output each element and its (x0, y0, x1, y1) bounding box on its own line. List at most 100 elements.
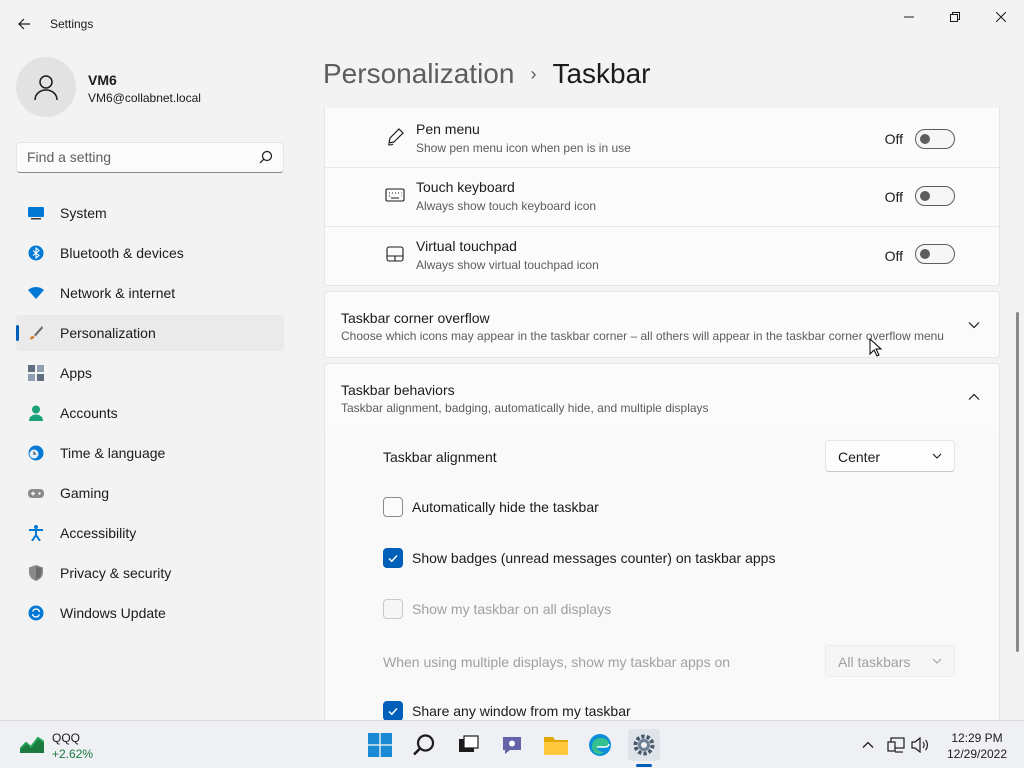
corner-icons-card: Pen menu Show pen menu icon when pen is … (324, 108, 1000, 286)
start-button[interactable] (364, 729, 396, 761)
close-button[interactable] (978, 2, 1024, 32)
gamepad-icon (28, 489, 44, 498)
user-email: VM6@collabnet.local (88, 91, 201, 105)
chevron-down-icon (932, 453, 942, 459)
apps-icon (28, 365, 44, 381)
all-displays-checkbox[interactable] (383, 599, 403, 619)
sidebar-item-label: Bluetooth & devices (60, 245, 184, 261)
scrollbar[interactable] (1016, 312, 1019, 652)
pen-menu-subtitle: Show pen menu icon when pen is in use (416, 141, 631, 155)
show-hidden-icons-button[interactable] (858, 735, 878, 755)
sidebar-item-bluetooth[interactable]: Bluetooth & devices (16, 235, 284, 271)
volume-tray-button[interactable] (910, 735, 930, 755)
touch-keyboard-toggle[interactable] (915, 186, 955, 206)
touchpad-icon (386, 246, 404, 262)
settings-taskbar-button[interactable] (628, 729, 660, 761)
sidebar-item-windows-update[interactable]: Windows Update (16, 595, 284, 631)
expander-title: Taskbar behaviors (341, 382, 455, 398)
pen-menu-toggle[interactable] (915, 129, 955, 149)
taskbar-behaviors-header[interactable]: Taskbar behaviors Taskbar alignment, bad… (325, 364, 999, 431)
back-button[interactable] (10, 10, 38, 38)
sidebar-item-apps[interactable]: Apps (16, 355, 284, 391)
all-displays-row: Show my taskbar on all displays (325, 584, 999, 635)
taskbar-corner-overflow-expander[interactable]: Taskbar corner overflow Choose which ico… (324, 291, 1000, 358)
share-window-checkbox[interactable] (383, 701, 403, 720)
edge-button[interactable] (584, 729, 616, 761)
back-arrow-icon (18, 18, 30, 30)
sidebar-item-accounts[interactable]: Accounts (16, 395, 284, 431)
clock-time[interactable]: 12:29 PM (944, 731, 1010, 745)
sidebar-item-label: Privacy & security (60, 565, 172, 581)
stock-chart-icon[interactable] (20, 735, 44, 753)
sidebar-item-accessibility[interactable]: Accessibility (16, 515, 284, 551)
shield-icon (29, 565, 43, 581)
breadcrumb-parent[interactable]: Personalization (323, 58, 514, 90)
clock-globe-icon (28, 445, 44, 461)
sidebar-item-label: Accessibility (60, 525, 137, 541)
pen-icon (387, 128, 404, 146)
dropdown-value: All taskbars (838, 654, 911, 670)
bluetooth-icon (28, 245, 44, 261)
taskbar-search-button[interactable] (408, 729, 440, 761)
auto-hide-checkbox[interactable] (383, 497, 403, 517)
expander-subtitle: Choose which icons may appear in the tas… (341, 329, 944, 343)
sidebar-item-system[interactable]: System (16, 195, 284, 231)
chevron-down-icon (932, 658, 942, 664)
sidebar-item-time-language[interactable]: Time & language (16, 435, 284, 471)
maximize-button[interactable] (932, 2, 978, 32)
expander-title: Taskbar corner overflow (341, 310, 490, 326)
search-box[interactable] (16, 142, 284, 173)
virtual-touchpad-toggle[interactable] (915, 244, 955, 264)
wifi-icon (28, 287, 44, 299)
auto-hide-label[interactable]: Automatically hide the taskbar (412, 499, 599, 515)
share-window-label[interactable]: Share any window from my taskbar (412, 703, 631, 719)
expander-subtitle: Taskbar alignment, badging, automaticall… (341, 401, 709, 415)
badges-checkbox[interactable] (383, 548, 403, 568)
network-icon (887, 737, 905, 753)
chevron-down-icon[interactable] (967, 318, 981, 332)
settings-icon (633, 734, 655, 756)
app-title: Settings (50, 17, 94, 31)
sidebar-item-network[interactable]: Network & internet (16, 275, 284, 311)
search-icon[interactable] (259, 150, 273, 164)
pen-menu-toggle-state: Off (884, 131, 903, 147)
restore-icon (950, 12, 960, 22)
search-input[interactable] (27, 149, 247, 165)
touch-keyboard-toggle-state: Off (884, 189, 903, 205)
file-explorer-button[interactable] (540, 729, 572, 761)
multi-display-dropdown[interactable]: All taskbars (825, 645, 955, 677)
avatar[interactable] (16, 57, 76, 117)
minimize-button[interactable] (886, 2, 932, 32)
clock-date[interactable]: 12/29/2022 (944, 747, 1010, 761)
sidebar-item-label: Network & internet (60, 285, 176, 301)
task-view-icon (459, 735, 479, 752)
badges-row: Show badges (unread messages counter) on… (325, 533, 999, 584)
taskbar-alignment-dropdown[interactable]: Center (825, 440, 955, 472)
close-icon (996, 12, 1006, 22)
sidebar-item-label: Windows Update (60, 605, 166, 621)
badges-label[interactable]: Show badges (unread messages counter) on… (412, 550, 775, 566)
chevron-up-icon[interactable] (967, 390, 981, 404)
breadcrumb: Personalization › Taskbar (323, 58, 651, 90)
stock-change[interactable]: +2.62% (52, 747, 93, 761)
stock-name[interactable]: QQQ (52, 731, 80, 745)
breadcrumb-separator: › (530, 63, 537, 84)
start-icon (368, 733, 392, 757)
chat-button[interactable] (496, 729, 528, 761)
virtual-touchpad-toggle-state: Off (884, 248, 903, 264)
network-tray-button[interactable] (886, 735, 906, 755)
checkmark-icon (388, 554, 398, 563)
sidebar-item-gaming[interactable]: Gaming (16, 475, 284, 511)
multi-display-label: When using multiple displays, show my ta… (383, 654, 731, 670)
touch-keyboard-row: Touch keyboard Always show touch keyboar… (325, 167, 999, 226)
sidebar-item-personalization[interactable]: Personalization (16, 315, 284, 351)
touch-keyboard-title: Touch keyboard (416, 179, 515, 195)
task-view-button[interactable] (452, 729, 484, 761)
page-title: Taskbar (552, 58, 651, 89)
dropdown-value: Center (838, 449, 881, 465)
sidebar-item-label: Personalization (60, 325, 156, 341)
sidebar-item-privacy[interactable]: Privacy & security (16, 555, 284, 591)
taskbar-behaviors-expander: Taskbar behaviors Taskbar alignment, bad… (324, 363, 1000, 720)
mouse-cursor-icon (869, 338, 883, 357)
virtual-touchpad-subtitle: Always show virtual touchpad icon (416, 258, 599, 272)
